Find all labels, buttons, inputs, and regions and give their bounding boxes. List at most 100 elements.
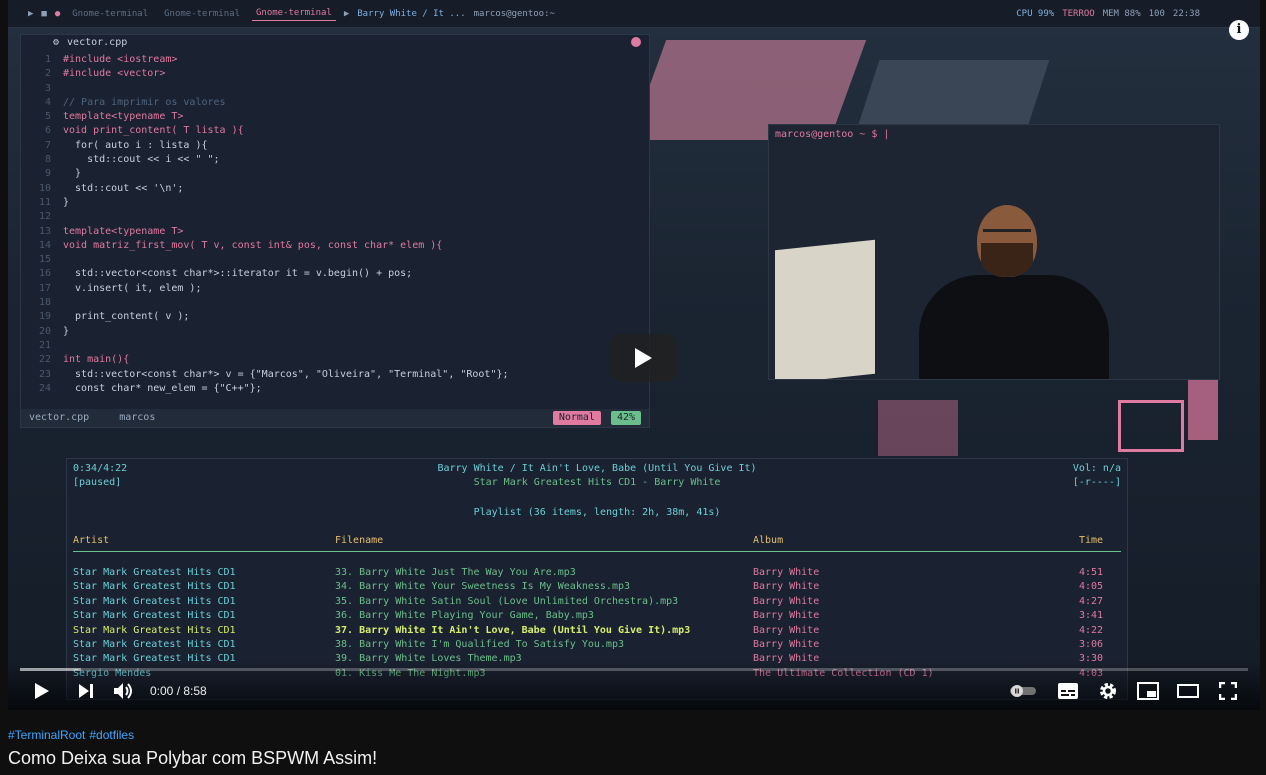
video-title: Como Deixa sua Polybar com BSPWM Assim! [8, 748, 378, 768]
fullscreen-button[interactable] [1216, 680, 1240, 702]
progress-bar[interactable] [20, 668, 1248, 671]
playlist-time: 4:22 [1079, 624, 1104, 636]
playlist-artist: Star Mark Greatest Hits CD1 [73, 610, 236, 622]
terminal-icon: ■ [41, 8, 47, 19]
line-number: 3 [44, 82, 51, 94]
hashtag-link[interactable]: #dotfiles [89, 728, 134, 742]
code-line: 1 #include <iostream> [21, 53, 649, 67]
autoplay-toggle[interactable] [1010, 680, 1036, 702]
code-text: #include <vector> [63, 68, 166, 80]
code-text: #include <iostream> [63, 54, 178, 65]
playlist-file: 36. Barry White Playing Your Game, Baby.… [335, 610, 594, 622]
mem-label: MEM 88% [1102, 8, 1141, 19]
code-text: std::vector<const char*> v = {"Marcos", … [63, 368, 509, 380]
line-number: 22 [38, 354, 51, 366]
line-number: 14 [38, 239, 51, 251]
menu-icon: ▶ [28, 8, 34, 19]
code-text: for( auto i : lista ){ [63, 139, 208, 151]
player-controls: 0:00 / 8:58 [8, 660, 1260, 710]
battery-label: 100 [1148, 8, 1165, 19]
presenter-body [919, 275, 1109, 379]
line-number: 7 [44, 139, 51, 151]
playlist-file: 35. Barry White Satin Soul (Love Unlimit… [335, 595, 679, 607]
code-text: void print_content( T lista ){ [63, 125, 244, 137]
code-line: 16 std::vector<const char*>::iterator it… [21, 267, 649, 281]
code-line: 11} [21, 196, 649, 210]
settings-button[interactable] [1096, 680, 1120, 702]
editor-tab: ⚙ vector.cpp [21, 35, 649, 51]
play-icon [635, 348, 652, 368]
subtitles-button[interactable] [1056, 680, 1080, 702]
line-number: 16 [38, 268, 51, 280]
large-play-button[interactable] [609, 334, 677, 382]
line-number: 17 [38, 282, 51, 294]
playlist-row[interactable]: Star Mark Greatest Hits CD1 34. Barry Whi… [73, 581, 1121, 595]
playlist-artist: Star Mark Greatest Hits CD1 [73, 624, 236, 636]
theater-mode-button[interactable] [1176, 680, 1200, 702]
miniplayer-icon [1137, 682, 1159, 700]
code-line: 14 void matriz_first_mov( T v, const int&… [21, 239, 649, 253]
line-number: 24 [38, 382, 51, 394]
code-line: 6 void print_content( T lista ){ [21, 124, 649, 138]
miniplayer-button[interactable] [1136, 680, 1160, 702]
playlist-row[interactable]: Star Mark Greatest Hits CD1 36. Barry Whi… [73, 610, 1121, 624]
line-number: 15 [38, 254, 51, 266]
editor-tab-name: vector.cpp [67, 36, 128, 48]
skip-next-icon [79, 684, 93, 698]
info-icon[interactable]: i [1229, 20, 1249, 40]
mute-button[interactable] [112, 680, 136, 702]
playlist-artist: Star Mark Greatest Hits CD1 [73, 567, 236, 578]
code-line: 8 std::cout << i << " "; [21, 153, 649, 167]
playlist-file: 34. Barry White Your Sweetness Is My Wea… [335, 581, 631, 593]
play-icon [35, 683, 49, 699]
code-line: 19 print_content( v ); [21, 310, 649, 324]
playlist-album: Barry White [753, 610, 820, 622]
playlist-album: Barry White [753, 581, 820, 593]
line-number: 4 [44, 96, 51, 108]
code-line: 2 #include <vector> [21, 67, 649, 81]
playlist-row[interactable]: Star Mark Greatest Hits CD1 35. Barry Whi… [73, 596, 1121, 610]
code-editor: ⚙ vector.cpp 1 #include <iostream> 2 #inclu… [20, 34, 650, 428]
playlist-file: 37. Barry White It Ain't Love, Babe (Unt… [335, 624, 691, 636]
play-button[interactable] [30, 680, 54, 702]
code-line: 5 template<typename T> [21, 110, 649, 124]
code-line: 20} [21, 325, 649, 339]
terminal-window: marcos@gentoo ~ $ | [768, 124, 1220, 380]
subtitles-icon [1058, 683, 1078, 699]
code-line: 4 // Para imprimir os valores [21, 96, 649, 110]
line-number: 23 [38, 368, 51, 380]
line-number: 10 [38, 182, 51, 194]
line-number: 5 [44, 111, 51, 123]
code-text: template<typename T> [63, 225, 184, 237]
video-player[interactable]: ▶ ■ ● Gnome-terminal Gnome-terminal Gnom… [8, 0, 1260, 710]
playlist-artist: Star Mark Greatest Hits CD1 [73, 595, 236, 607]
line-number: 6 [44, 125, 51, 137]
music-volume: Vol: n/a [1072, 463, 1121, 474]
clock-label: 22:38 [1172, 8, 1200, 19]
scene-window [1188, 380, 1218, 440]
code-text: print_content( v ); [63, 311, 190, 323]
window-title: marcos@gentoo:~ [473, 8, 555, 19]
close-icon [631, 37, 641, 47]
playlist-artist: Star Mark Greatest Hits CD1 [73, 581, 236, 593]
playlist-file: 33. Barry White Just The Way You Are.mp3 [335, 567, 576, 578]
playlist-time: 3:41 [1079, 610, 1104, 622]
playlist-row[interactable]: Star Mark Greatest Hits CD1 38. Barry Whi… [73, 639, 1121, 653]
code-line: 3 [21, 82, 649, 96]
playlist-time: 4:05 [1079, 581, 1104, 593]
next-button[interactable] [74, 680, 98, 702]
fullscreen-icon [1219, 682, 1237, 700]
playlist-album: Barry White [753, 624, 820, 636]
music-flags: [-r----] [1072, 477, 1121, 488]
playlist-album: Barry White [753, 595, 820, 607]
autoplay-icon [1010, 685, 1036, 697]
hashtag-link[interactable]: #TerminalRoot [8, 728, 85, 742]
code-line: 22 int main(){ [21, 353, 649, 367]
laptop-stickers [775, 239, 875, 379]
line-number: 12 [38, 211, 51, 223]
code-text: } [63, 196, 70, 208]
playlist-row[interactable]: Star Mark Greatest Hits CD1 33. Barry Whi… [73, 567, 1121, 581]
playlist-row[interactable]: Star Mark Greatest Hits CD1 37. Barry Whi… [73, 625, 1121, 639]
time-display: 0:00 / 8:58 [150, 684, 207, 698]
video-meta: #TerminalRoot #dotfiles Como Deixa sua Po… [8, 728, 1258, 769]
